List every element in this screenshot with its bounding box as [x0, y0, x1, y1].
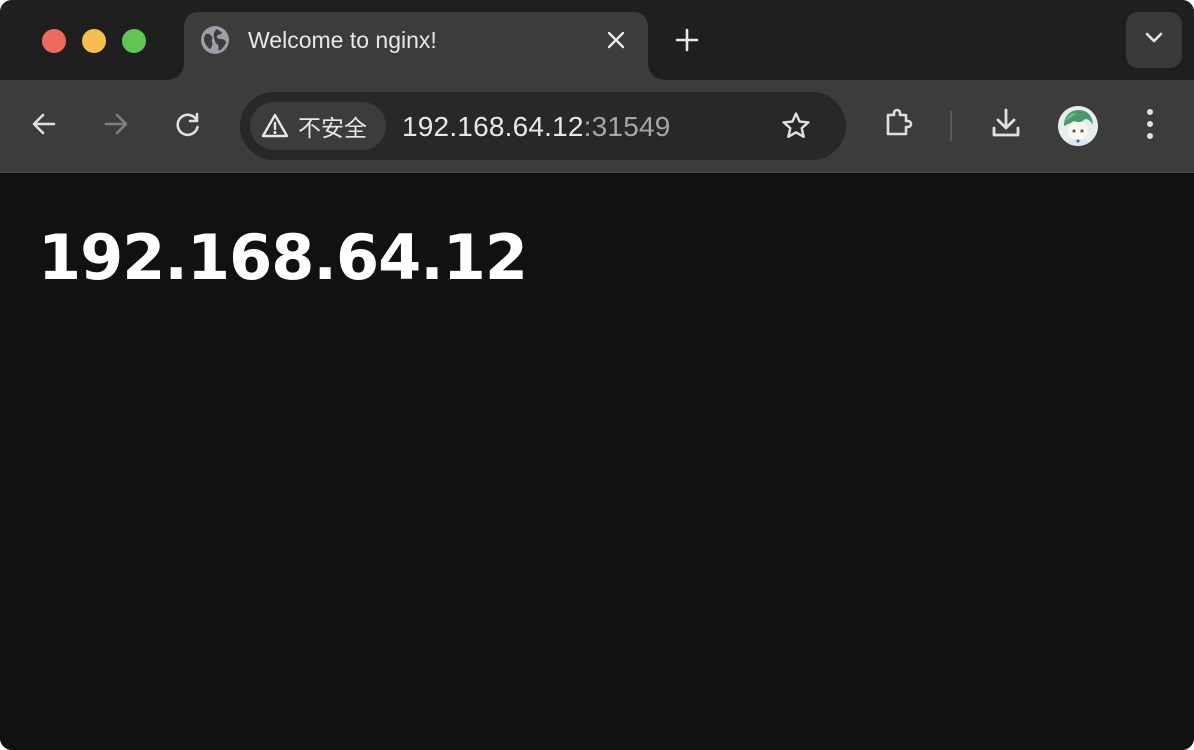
- url-text[interactable]: 192.168.64.12:31549: [402, 111, 671, 143]
- extensions-button[interactable]: [878, 105, 918, 145]
- window-close-button[interactable]: [42, 29, 66, 53]
- reload-icon: [174, 110, 202, 143]
- arrow-right-icon: [102, 110, 130, 143]
- download-icon: [989, 106, 1023, 145]
- more-vert-icon: [1145, 108, 1155, 145]
- toolbar: 不安全 192.168.64.12:31549: [0, 80, 1194, 173]
- chevron-down-icon: [1144, 31, 1164, 49]
- new-tab-icon[interactable]: [672, 25, 702, 55]
- security-chip[interactable]: 不安全: [250, 102, 386, 150]
- page-heading: 192.168.64.12: [38, 221, 528, 294]
- back-button[interactable]: [24, 106, 64, 146]
- window-zoom-button[interactable]: [122, 29, 146, 53]
- url-host: 192.168.64.12: [402, 111, 584, 142]
- browser-window: Welcome to nginx! 不安全 192.168.64.12:3154…: [0, 0, 1194, 750]
- tab-strip: Welcome to nginx!: [0, 0, 1194, 80]
- page-content: 192.168.64.12: [0, 173, 1194, 750]
- downloads-button[interactable]: [986, 105, 1026, 145]
- window-minimize-button[interactable]: [82, 29, 106, 53]
- tab-title: Welcome to nginx!: [248, 27, 437, 53]
- warning-icon: [260, 111, 290, 141]
- menu-button[interactable]: [1130, 106, 1170, 146]
- globe-icon: [200, 25, 230, 55]
- arrow-left-icon: [30, 110, 58, 143]
- toolbar-divider: [950, 111, 952, 141]
- security-label: 不安全: [298, 116, 367, 142]
- forward-button[interactable]: [96, 106, 136, 146]
- profile-avatar[interactable]: [1058, 106, 1098, 146]
- url-port: :31549: [583, 111, 671, 142]
- reload-button[interactable]: [168, 106, 208, 146]
- bookmark-star-icon[interactable]: [776, 106, 816, 146]
- address-bar[interactable]: 不安全 192.168.64.12:31549: [240, 92, 846, 160]
- tab-search-button[interactable]: [1126, 12, 1182, 68]
- tab-active[interactable]: Welcome to nginx!: [168, 12, 664, 80]
- tab-close-icon[interactable]: [602, 26, 630, 54]
- puzzle-icon: [881, 106, 915, 145]
